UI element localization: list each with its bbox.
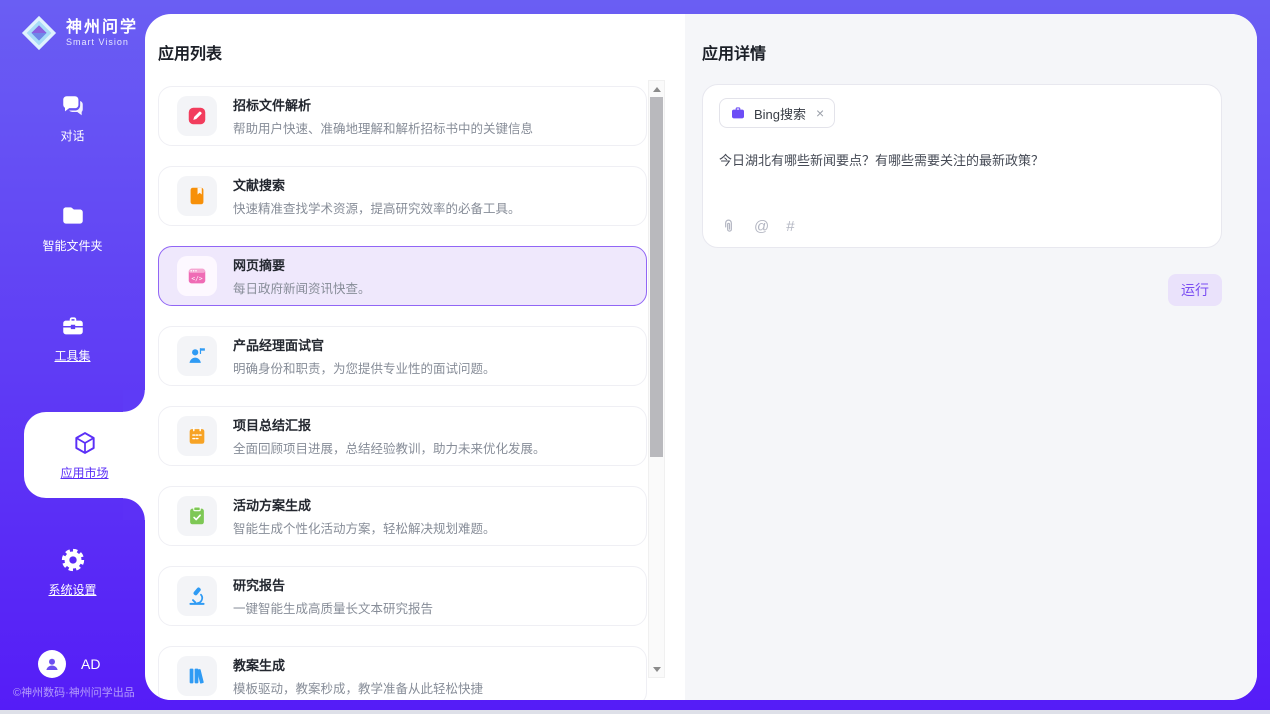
avatar[interactable] bbox=[38, 650, 66, 678]
run-button[interactable]: 运行 bbox=[1168, 274, 1222, 306]
list-item[interactable]: 活动方案生成 智能生成个性化活动方案，轻松解决规划难题。 bbox=[158, 486, 647, 546]
app-description: 快速精准查找学术资源，提高研究效率的必备工具。 bbox=[233, 198, 521, 217]
briefcase-icon bbox=[730, 105, 746, 121]
tool-tag-label: Bing搜索 bbox=[754, 104, 806, 123]
app-title: 教案生成 bbox=[233, 655, 483, 674]
sidebar-item-label: 对话 bbox=[60, 127, 84, 144]
scrollbar-track[interactable] bbox=[649, 97, 664, 661]
app-title: 项目总结汇报 bbox=[233, 415, 546, 434]
diamond-logo-icon bbox=[20, 14, 58, 52]
tool-tag-bing-search[interactable]: Bing搜索 × bbox=[719, 98, 835, 128]
list-item[interactable]: 项目总结汇报 全面回顾项目进展，总结经验教训，助力未来优化发展。 bbox=[158, 406, 647, 466]
list-item[interactable]: 网页摘要 每日政府新闻资讯快查。 bbox=[158, 246, 647, 306]
interviewer-icon bbox=[186, 345, 208, 367]
brand-name: 神州问学 bbox=[66, 19, 138, 37]
scroll-up-button[interactable] bbox=[649, 81, 664, 97]
app-description: 一键智能生成高质量长文本研究报告 bbox=[233, 598, 433, 617]
microscope-icon bbox=[186, 585, 208, 607]
triangle-down-icon bbox=[653, 667, 661, 672]
books-icon bbox=[186, 665, 208, 687]
brand-logo: 神州问学 Smart Vision bbox=[0, 0, 145, 52]
app-detail-title: 应用详情 bbox=[702, 40, 1222, 64]
sidebar-item-toolset[interactable]: 工具集 bbox=[0, 302, 145, 374]
app-list-panel: 应用列表 招标文件解析 帮助用户快速、准确地理解和解析招标书中的关键信息 文献搜… bbox=[145, 14, 685, 700]
browser-code-icon bbox=[186, 265, 208, 287]
app-title: 研究报告 bbox=[233, 575, 433, 594]
app-list-title: 应用列表 bbox=[158, 40, 685, 64]
sidebar-item-label: 系统设置 bbox=[48, 581, 96, 598]
sidebar-item-smart-folder[interactable]: 智能文件夹 bbox=[0, 192, 145, 264]
notepad-icon bbox=[186, 425, 208, 447]
scroll-down-button[interactable] bbox=[649, 661, 664, 677]
app-description: 模板驱动，教案秒成，教学准备从此轻松快捷 bbox=[233, 678, 483, 697]
sidebar-item-label: 智能文件夹 bbox=[42, 237, 102, 254]
app-title: 产品经理面试官 bbox=[233, 335, 496, 354]
folder-icon bbox=[60, 203, 86, 229]
list-item[interactable]: 产品经理面试官 明确身份和职责，为您提供专业性的面试问题。 bbox=[158, 326, 647, 386]
app-description: 全面回顾项目进展，总结经验教训，助力未来优化发展。 bbox=[233, 438, 546, 457]
sidebar-item-chat[interactable]: 对话 bbox=[0, 82, 145, 154]
copyright: ©神州数码·神州问学出品 bbox=[13, 684, 135, 700]
close-icon[interactable]: × bbox=[816, 106, 824, 120]
prompt-card: Bing搜索 × 今日湖北有哪些新闻要点？有哪些需要关注的最新政策？ @# bbox=[702, 84, 1222, 248]
list-item[interactable]: 教案生成 模板驱动，教案秒成，教学准备从此轻松快捷 bbox=[158, 646, 647, 700]
sidebar-item-label: 应用市场 bbox=[60, 464, 108, 481]
content: 应用列表 招标文件解析 帮助用户快速、准确地理解和解析招标书中的关键信息 文献搜… bbox=[145, 14, 1257, 700]
user-name: AD bbox=[81, 656, 100, 672]
app-title: 网页摘要 bbox=[233, 255, 371, 274]
app-description: 明确身份和职责，为您提供专业性的面试问题。 bbox=[233, 358, 496, 377]
paperclip-icon[interactable] bbox=[720, 218, 737, 235]
list-item[interactable]: 研究报告 一键智能生成高质量长文本研究报告 bbox=[158, 566, 647, 626]
hash-icon[interactable]: # bbox=[786, 219, 794, 234]
app-description: 智能生成个性化活动方案，轻松解决规划难题。 bbox=[233, 518, 496, 537]
app-title: 文献搜索 bbox=[233, 175, 521, 194]
scrollbar[interactable] bbox=[648, 80, 665, 678]
brand-subtitle: Smart Vision bbox=[66, 37, 138, 47]
sidebar-item-label: 工具集 bbox=[54, 347, 90, 364]
sidebar-nav: 对话 智能文件夹 工具集 应用市场 系统设置 bbox=[0, 82, 145, 608]
prompt-input[interactable]: 今日湖北有哪些新闻要点？有哪些需要关注的最新政策？ bbox=[719, 150, 1205, 169]
clipboard-check-icon bbox=[186, 505, 208, 527]
chat-icon bbox=[60, 93, 86, 119]
book-icon bbox=[186, 185, 208, 207]
cube-icon bbox=[72, 430, 98, 456]
list-item[interactable]: 招标文件解析 帮助用户快速、准确地理解和解析招标书中的关键信息 bbox=[158, 86, 647, 146]
user-icon bbox=[43, 655, 61, 673]
app-description: 帮助用户快速、准确地理解和解析招标书中的关键信息 bbox=[233, 118, 533, 137]
app-list: 招标文件解析 帮助用户快速、准确地理解和解析招标书中的关键信息 文献搜索 快速精… bbox=[158, 86, 647, 700]
triangle-up-icon bbox=[653, 87, 661, 92]
pen-square-icon bbox=[186, 105, 208, 127]
sidebar-item-settings[interactable]: 系统设置 bbox=[0, 536, 145, 608]
bottom-strip bbox=[0, 710, 1270, 714]
app-title: 活动方案生成 bbox=[233, 495, 496, 514]
gear-icon bbox=[60, 547, 86, 573]
app-detail-panel: 应用详情 Bing搜索 × 今日湖北有哪些新闻要点？有哪些需要关注的最新政策？ … bbox=[685, 14, 1257, 700]
sidebar-item-app-market[interactable]: 应用市场 bbox=[24, 412, 145, 498]
list-item[interactable]: 文献搜索 快速精准查找学术资源，提高研究效率的必备工具。 bbox=[158, 166, 647, 226]
sidebar: 神州问学 Smart Vision 对话 智能文件夹 工具集 应用市场 系统设置… bbox=[0, 0, 145, 714]
app-description: 每日政府新闻资讯快查。 bbox=[233, 278, 371, 297]
prompt-toolbar: @# bbox=[720, 218, 795, 235]
at-icon[interactable]: @ bbox=[754, 219, 769, 234]
toolbox-icon bbox=[60, 313, 86, 339]
user-row[interactable]: AD bbox=[38, 650, 100, 678]
app-title: 招标文件解析 bbox=[233, 95, 533, 114]
scrollbar-thumb[interactable] bbox=[650, 97, 663, 457]
